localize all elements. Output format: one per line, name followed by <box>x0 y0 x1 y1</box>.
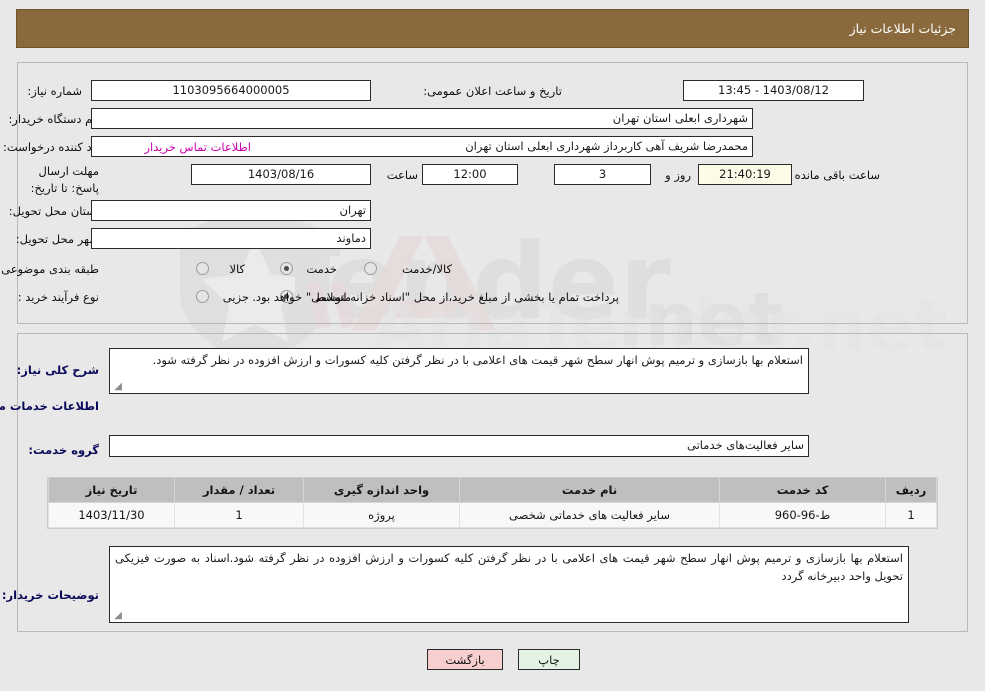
col-unit: واحد اندازه گیری <box>303 478 460 503</box>
deadline-hour-label: ساعت <box>386 168 418 182</box>
radio-category-kala-khedmat-label: کالا/خدمت <box>401 262 452 276</box>
cell-service-code: ط-96-960 <box>719 502 886 528</box>
buyer-org-field[interactable]: شهرداری ابعلی استان تهران <box>91 108 753 129</box>
radio-category-kala[interactable] <box>196 262 209 275</box>
public-announce-field[interactable]: 1403/08/12 - 13:45 <box>683 80 864 101</box>
col-service-name: نام خدمت <box>459 478 720 503</box>
resize-grip-icon[interactable]: ◢ <box>112 611 122 621</box>
table-header-row: ردیف کد خدمت نام خدمت واحد اندازه گیری ت… <box>48 478 937 503</box>
province-label: استان محل تحویل: <box>8 204 99 218</box>
cell-quantity: 1 <box>174 502 304 528</box>
countdown-field: 21:40:19 <box>698 164 792 185</box>
cell-need-date: 1403/11/30 <box>48 502 175 528</box>
service-group-label: گروه خدمت: <box>28 443 99 457</box>
need-info-panel <box>17 62 968 324</box>
need-number-field[interactable]: 1103095664000005 <box>91 80 371 101</box>
category-label: طبقه بندی موضوعی: <box>0 262 99 276</box>
col-service-code: کد خدمت <box>719 478 886 503</box>
process-label: نوع فرآیند خرید : <box>17 290 99 304</box>
city-label: شهر محل تحویل: <box>15 232 99 246</box>
radio-category-khedmat-label: خدمت <box>306 262 337 276</box>
table-row[interactable]: 1 ط-96-960 سایر فعالیت های خدماتی شخصی پ… <box>48 502 937 528</box>
buyer-notes-text: استعلام بها بازسازی و ترمیم پوش انهار سط… <box>115 551 903 583</box>
countdown-suffix-label: ساعت باقی مانده <box>794 168 880 182</box>
radio-process-jozei-label: جزیی <box>222 290 249 304</box>
buyer-org-label: نام دستگاه خریدار: <box>8 112 99 126</box>
days-remaining-field[interactable]: 3 <box>554 164 651 185</box>
col-quantity: تعداد / مقدار <box>174 478 304 503</box>
service-group-field[interactable]: سایر فعالیت‌های خدماتی <box>109 435 809 457</box>
province-field[interactable]: تهران <box>91 200 371 221</box>
days-unit-label: روز و <box>665 168 691 182</box>
col-need-date: تاریخ نیاز <box>48 478 175 503</box>
services-info-heading: اطلاعات خدمات مورد نیاز <box>0 399 99 413</box>
services-table: ردیف کد خدمت نام خدمت واحد اندازه گیری ت… <box>47 477 938 529</box>
general-desc-text: استعلام بها بازسازی و ترمیم پوش انهار سط… <box>152 353 803 367</box>
deadline-date-field[interactable]: 1403/08/16 <box>191 164 371 185</box>
radio-category-kala-label: کالا <box>229 262 245 276</box>
radio-process-jozei[interactable] <box>196 290 209 303</box>
need-details-page: Tender .net AriaTender.net جزئیات اطلاعا… <box>0 0 985 691</box>
cell-row-no: 1 <box>885 502 937 528</box>
deadline-time-field[interactable]: 12:00 <box>422 164 518 185</box>
general-desc-textarea[interactable]: استعلام بها بازسازی و ترمیم پوش انهار سط… <box>109 348 809 394</box>
general-desc-label: شرح کلی نیاز: <box>16 363 99 377</box>
cell-service-name: سایر فعالیت های خدماتی شخصی <box>459 502 720 528</box>
city-field[interactable]: دماوند <box>91 228 371 249</box>
buyer-notes-label: توضیحات خریدار: <box>1 588 99 602</box>
radio-category-kala-khedmat[interactable] <box>364 262 377 275</box>
deadline-label: مهلت ارسال پاسخ: تا تاریخ: <box>30 164 99 195</box>
resize-grip-icon[interactable]: ◢ <box>112 382 122 392</box>
buyer-contact-link[interactable]: اطلاعات تماس خریدار <box>144 140 251 154</box>
back-button[interactable]: بازگشت <box>427 649 503 670</box>
col-row-no: ردیف <box>885 478 937 503</box>
public-announce-label: تاریخ و ساعت اعلان عمومی: <box>423 84 562 98</box>
page-title: جزئیات اطلاعات نیاز <box>849 21 956 36</box>
page-header: جزئیات اطلاعات نیاز <box>16 9 969 48</box>
print-button[interactable]: چاپ <box>518 649 580 670</box>
treasury-note: پرداخت تمام یا بخشی از مبلغ خرید،از محل … <box>252 290 619 304</box>
buyer-notes-textarea[interactable]: استعلام بها بازسازی و ترمیم پوش انهار سط… <box>109 546 909 623</box>
radio-category-khedmat[interactable] <box>280 262 293 275</box>
cell-unit: پروژه <box>303 502 460 528</box>
need-number-label: شماره نیاز: <box>27 84 82 98</box>
